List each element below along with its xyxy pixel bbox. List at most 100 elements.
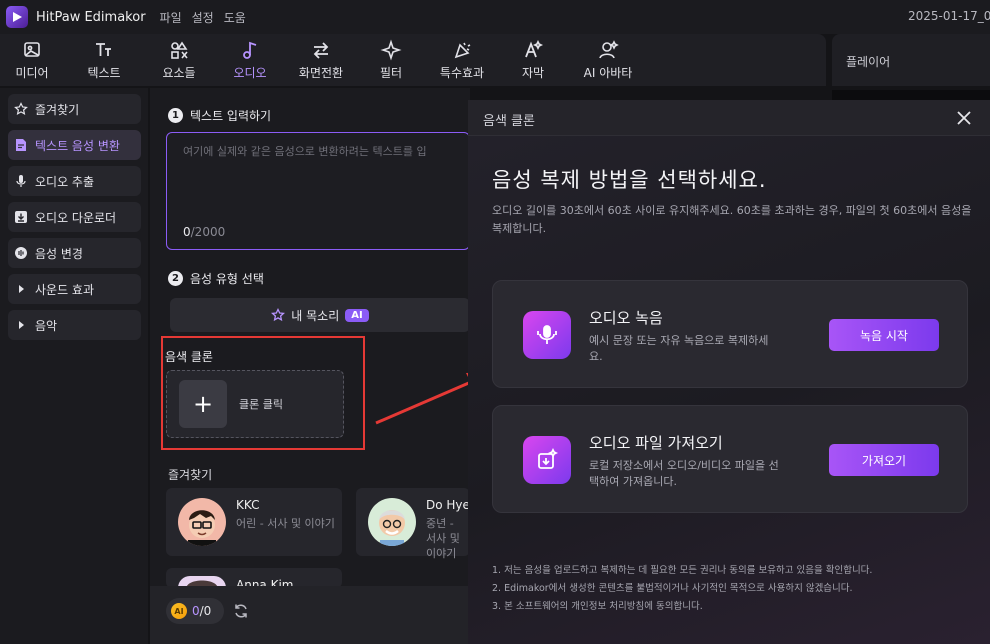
tool-subtitle[interactable]: 자막 — [498, 34, 568, 86]
sidebar-item-tts[interactable]: 텍스트 음성 변환 — [8, 130, 141, 160]
tool-filter[interactable]: 필터 — [356, 34, 426, 86]
import-button[interactable]: 가져오기 — [829, 444, 939, 476]
player-header: 플레이어 — [832, 34, 990, 86]
refresh-icon[interactable] — [232, 602, 250, 620]
tts-icon — [16, 139, 26, 151]
sidebar-item-sound-effects[interactable]: 사운드 효과 — [8, 274, 141, 304]
option-record-audio[interactable]: 오디오 녹음 예시 문장 또는 자유 녹음으로 복제하세요. 녹음 시작 — [492, 280, 968, 388]
tool-label: 필터 — [379, 66, 403, 80]
mic-record-icon — [523, 311, 571, 359]
menu-settings[interactable]: 설정 — [192, 9, 214, 26]
option-description: 예시 문장 또는 자유 녹음으로 복제하세요. — [589, 334, 769, 363]
media-icon — [24, 42, 40, 57]
tool-label: 특수효과 — [439, 66, 485, 80]
import-file-icon — [523, 436, 571, 484]
star-icon — [271, 308, 286, 322]
sidebar-item-label: 사운드 효과 — [35, 282, 95, 297]
close-icon[interactable] — [954, 108, 974, 128]
character-count: 0/2000 — [183, 225, 226, 239]
tool-audio[interactable]: 오디오 — [214, 34, 286, 86]
sidebar-item-label: 텍스트 음성 변환 — [35, 138, 120, 153]
option-import-file[interactable]: 오디오 파일 가져오기 로컬 저장소에서 오디오/비디오 파일을 선택하여 가져… — [492, 405, 968, 513]
menu-file[interactable]: 파일 — [160, 9, 182, 26]
credit-counter: AI 0 /0 — [166, 598, 224, 624]
step-label: 텍스트 입력하기 — [190, 109, 272, 123]
sidebar-item-label: 음악 — [35, 318, 58, 333]
voice-description: 어린 - 서사 및 이야기 — [236, 517, 335, 530]
app-title: HitPaw Edimakor — [36, 9, 146, 25]
credits-bar: AI 0 /0 — [150, 586, 470, 644]
sidebar-item-audio-extract[interactable]: 오디오 추출 — [8, 166, 141, 196]
sidebar-item-favorites[interactable]: 즐겨찾기 — [8, 94, 141, 124]
voice-name: Do Hye — [426, 498, 470, 512]
voice-description: 중년 - 서사 및 이야기 — [426, 517, 460, 560]
ai-coin-icon: AI — [171, 603, 187, 619]
tool-text[interactable]: 텍스트 — [64, 34, 144, 86]
option-description: 로컬 저장소에서 오디오/비디오 파일을 선택하여 가져옵니다. — [589, 459, 779, 488]
menu-help[interactable]: 도움 — [224, 9, 246, 26]
voice-change-icon — [15, 247, 27, 259]
sidebar-item-audio-downloader[interactable]: 오디오 다운로더 — [8, 202, 141, 232]
tool-ai-avatar[interactable]: AI 아바타 — [568, 34, 648, 86]
tool-transition[interactable]: 화면전환 — [286, 34, 356, 86]
start-recording-button[interactable]: 녹음 시작 — [829, 319, 939, 351]
project-date: 2025-01-17_0 — [908, 9, 990, 23]
my-voice-label: 내 목소리 — [291, 308, 340, 323]
tool-effects[interactable]: 특수효과 — [426, 34, 498, 86]
caret-right-icon — [19, 285, 24, 293]
credit-used: 0 — [192, 604, 200, 618]
main-toolbar: 미디어 텍스트 요소들 오디오 화면전환 필터 특수효과 자막 AI 아바타 — [0, 34, 826, 86]
voice-card-anna-kim[interactable]: Anna Kim — [166, 568, 342, 592]
step-number: 2 — [168, 271, 183, 286]
tool-label: 미디어 — [15, 66, 49, 80]
audio-icon — [243, 41, 257, 59]
avatar — [178, 498, 226, 546]
step-number: 1 — [168, 108, 183, 123]
player-title: 플레이어 — [846, 55, 891, 69]
tool-label: 화면전환 — [298, 66, 344, 80]
ai-avatar-icon — [599, 40, 619, 59]
dialog-title: 음색 클론 — [483, 114, 535, 129]
consent-note: 2. Edimakor에서 생성한 콘텐츠를 불법적이거나 사기적인 목적으로 … — [492, 583, 853, 594]
transition-icon — [313, 42, 329, 59]
app-logo-icon — [6, 6, 28, 28]
tts-text-input[interactable]: 여기에 실제와 같은 음성으로 변환하려는 텍스트를 입 0/2000 — [166, 132, 470, 250]
filter-icon — [380, 39, 402, 61]
audio-sidebar: 즐겨찾기 텍스트 음성 변환 오디오 추출 오디오 다운로더 음성 변경 사운드… — [0, 88, 148, 644]
consent-note: 1. 저는 음성을 업로드하고 복제하는 데 필요한 모든 권리나 동의를 보유… — [492, 565, 873, 576]
step-voice-type: 2 음성 유형 선택 — [168, 270, 264, 287]
favorites-label: 즐겨찾기 — [168, 468, 213, 482]
tool-label: 요소들 — [162, 66, 196, 80]
ai-badge: AI — [345, 308, 369, 322]
sidebar-item-voice-change[interactable]: 음성 변경 — [8, 238, 141, 268]
voice-clone-dialog: 음색 클론 음성 복제 방법을 선택하세요. 오디오 길이를 30초에서 60초… — [468, 100, 990, 644]
sidebar-item-label: 즐겨찾기 — [35, 102, 80, 117]
subtitle-icon — [525, 39, 544, 58]
sidebar-item-label: 오디오 추출 — [35, 174, 95, 189]
highlight-box — [161, 336, 365, 450]
consent-notes: 1. 저는 음성을 업로드하고 복제하는 데 필요한 모든 권리나 동의를 보유… — [492, 562, 872, 616]
mic-icon — [16, 175, 26, 187]
option-title: 오디오 녹음 — [589, 309, 663, 327]
text-icon — [96, 43, 111, 56]
title-bar: HitPaw Edimakor 파일 설정 도움 2025-01-17_0 — [0, 0, 990, 34]
text-input-placeholder: 여기에 실제와 같은 음성으로 변환하려는 텍스트를 입 — [183, 145, 427, 158]
tool-label: 자막 — [521, 66, 545, 80]
star-icon — [14, 102, 28, 115]
elements-icon — [171, 41, 188, 59]
tool-media[interactable]: 미디어 — [0, 34, 64, 86]
dialog-header: 음색 클론 — [468, 100, 990, 136]
my-voice-tab[interactable]: 내 목소리 AI — [170, 298, 470, 332]
voice-card-do-hye[interactable]: Do Hye 중년 - 서사 및 이야기 — [356, 488, 470, 560]
tool-label: 텍스트 — [87, 66, 121, 80]
sidebar-item-label: 음성 변경 — [35, 246, 83, 261]
voice-name: KKC — [236, 498, 260, 512]
step-text-input: 1 텍스트 입력하기 — [168, 107, 271, 124]
effects-icon — [454, 42, 471, 59]
option-title: 오디오 파일 가져오기 — [589, 434, 723, 452]
tool-elements[interactable]: 요소들 — [144, 34, 214, 86]
tool-label: AI 아바타 — [583, 66, 633, 80]
voice-card-kkc[interactable]: KKC 어린 - 서사 및 이야기 — [166, 488, 342, 556]
sidebar-item-music[interactable]: 음악 — [8, 310, 141, 340]
tool-label: 오디오 — [233, 66, 267, 80]
